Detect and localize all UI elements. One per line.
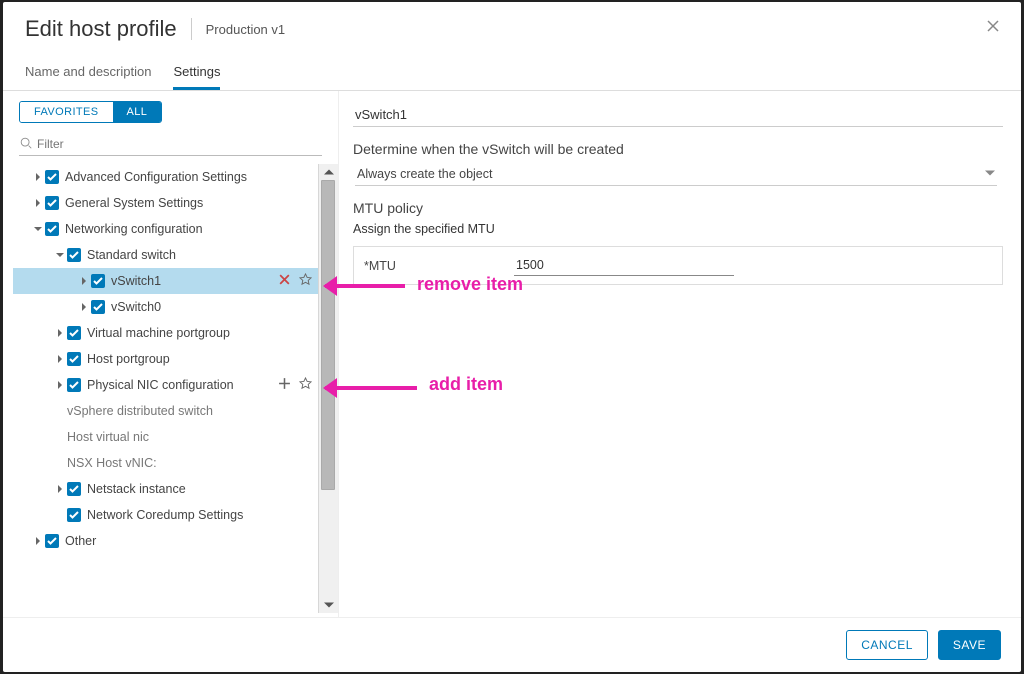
search-icon bbox=[19, 136, 37, 153]
profile-name: Production v1 bbox=[206, 22, 286, 37]
tree-item-networking[interactable]: Networking configuration bbox=[13, 216, 318, 242]
tree-item-vswitch0[interactable]: vSwitch0 bbox=[13, 294, 318, 320]
tree-item-host-portgroup[interactable]: Host portgroup bbox=[13, 346, 318, 372]
tree-item-vm-portgroup[interactable]: Virtual machine portgroup bbox=[13, 320, 318, 346]
chevron-down-icon[interactable] bbox=[31, 225, 45, 233]
settings-tree[interactable]: Advanced Configuration Settings General … bbox=[13, 164, 318, 613]
chevron-right-icon[interactable] bbox=[77, 303, 91, 311]
tree-item-label: Networking configuration bbox=[65, 222, 318, 236]
tab-settings[interactable]: Settings bbox=[173, 58, 220, 90]
scroll-down-icon[interactable] bbox=[319, 597, 338, 613]
tree-item-label: NSX Host vNIC: bbox=[67, 456, 318, 470]
star-outline-icon[interactable] bbox=[299, 273, 312, 289]
tree-item-label: vSwitch0 bbox=[111, 300, 318, 314]
tree-item-standard-switch[interactable]: Standard switch bbox=[13, 242, 318, 268]
chevron-right-icon[interactable] bbox=[53, 355, 67, 363]
tree-item-vswitch1[interactable]: vSwitch1 bbox=[13, 268, 318, 294]
chevron-right-icon[interactable] bbox=[53, 329, 67, 337]
dialog-title: Edit host profile bbox=[25, 16, 177, 42]
tree-item-nsx-vnic[interactable]: NSX Host vNIC: bbox=[13, 450, 318, 476]
tree-item-netstack[interactable]: Netstack instance bbox=[13, 476, 318, 502]
tree-item-label: Host portgroup bbox=[87, 352, 318, 366]
checkbox-checked-icon[interactable] bbox=[45, 196, 59, 210]
object-name-field[interactable]: vSwitch1 bbox=[353, 103, 1003, 127]
chevron-right-icon[interactable] bbox=[53, 381, 67, 389]
determine-heading: Determine when the vSwitch will be creat… bbox=[353, 141, 1003, 157]
create-policy-select[interactable]: Always create the object bbox=[355, 163, 997, 186]
chevron-right-icon[interactable] bbox=[31, 199, 45, 207]
tree-item-physical-nic[interactable]: Physical NIC configuration bbox=[13, 372, 318, 398]
tree-item-label: Advanced Configuration Settings bbox=[65, 170, 318, 184]
checkbox-checked-icon[interactable] bbox=[91, 274, 105, 288]
tree-item-host-vnic[interactable]: Host virtual nic bbox=[13, 424, 318, 450]
tree-item-label: vSphere distributed switch bbox=[67, 404, 318, 418]
tree-scrollbar[interactable] bbox=[318, 164, 338, 613]
tree-item-label: General System Settings bbox=[65, 196, 318, 210]
tab-name-description[interactable]: Name and description bbox=[25, 58, 151, 90]
tree-item-label: Other bbox=[65, 534, 318, 548]
tree-item-vds[interactable]: vSphere distributed switch bbox=[13, 398, 318, 424]
mtu-subheading: Assign the specified MTU bbox=[353, 222, 1003, 236]
tree-item-other[interactable]: Other bbox=[13, 528, 318, 554]
mtu-label: *MTU bbox=[364, 259, 514, 273]
checkbox-checked-icon[interactable] bbox=[67, 248, 81, 262]
chevron-right-icon[interactable] bbox=[77, 277, 91, 285]
checkbox-checked-icon[interactable] bbox=[67, 508, 81, 522]
tree-item-advanced-config[interactable]: Advanced Configuration Settings bbox=[13, 164, 318, 190]
filter-favorites[interactable]: FAVORITES bbox=[20, 102, 113, 122]
chevron-right-icon[interactable] bbox=[31, 173, 45, 181]
checkbox-checked-icon[interactable] bbox=[45, 222, 59, 236]
close-icon[interactable] bbox=[985, 18, 1001, 34]
checkbox-checked-icon[interactable] bbox=[67, 378, 81, 392]
mtu-input[interactable] bbox=[514, 255, 734, 276]
tree-item-label: Host virtual nic bbox=[67, 430, 318, 444]
cancel-button[interactable]: CANCEL bbox=[846, 630, 928, 660]
tree-item-coredump[interactable]: Network Coredump Settings bbox=[13, 502, 318, 528]
checkbox-checked-icon[interactable] bbox=[67, 482, 81, 496]
tree-item-label: Virtual machine portgroup bbox=[87, 326, 318, 340]
chevron-down-icon bbox=[985, 167, 995, 181]
filter-all[interactable]: ALL bbox=[113, 102, 162, 122]
scroll-thumb[interactable] bbox=[321, 180, 335, 490]
chevron-right-icon[interactable] bbox=[31, 537, 45, 545]
create-policy-value: Always create the object bbox=[357, 167, 493, 181]
checkbox-checked-icon[interactable] bbox=[67, 326, 81, 340]
title-divider bbox=[191, 18, 192, 40]
tree-item-label: Network Coredump Settings bbox=[87, 508, 318, 522]
tree-item-label: Standard switch bbox=[87, 248, 318, 262]
tree-item-label: Physical NIC configuration bbox=[87, 378, 278, 392]
remove-item-icon[interactable] bbox=[278, 273, 291, 289]
filter-input[interactable] bbox=[37, 133, 322, 155]
star-outline-icon[interactable] bbox=[299, 377, 312, 393]
scroll-up-icon[interactable] bbox=[319, 164, 338, 180]
checkbox-checked-icon[interactable] bbox=[91, 300, 105, 314]
tree-item-label: vSwitch1 bbox=[111, 274, 278, 288]
add-item-icon[interactable] bbox=[278, 377, 291, 393]
tree-item-general-system[interactable]: General System Settings bbox=[13, 190, 318, 216]
save-button[interactable]: SAVE bbox=[938, 630, 1001, 660]
mtu-heading: MTU policy bbox=[353, 200, 1003, 216]
chevron-right-icon[interactable] bbox=[53, 485, 67, 493]
tree-item-label: Netstack instance bbox=[87, 482, 318, 496]
checkbox-checked-icon[interactable] bbox=[67, 352, 81, 366]
checkbox-checked-icon[interactable] bbox=[45, 170, 59, 184]
chevron-down-icon[interactable] bbox=[53, 251, 67, 259]
checkbox-checked-icon[interactable] bbox=[45, 534, 59, 548]
